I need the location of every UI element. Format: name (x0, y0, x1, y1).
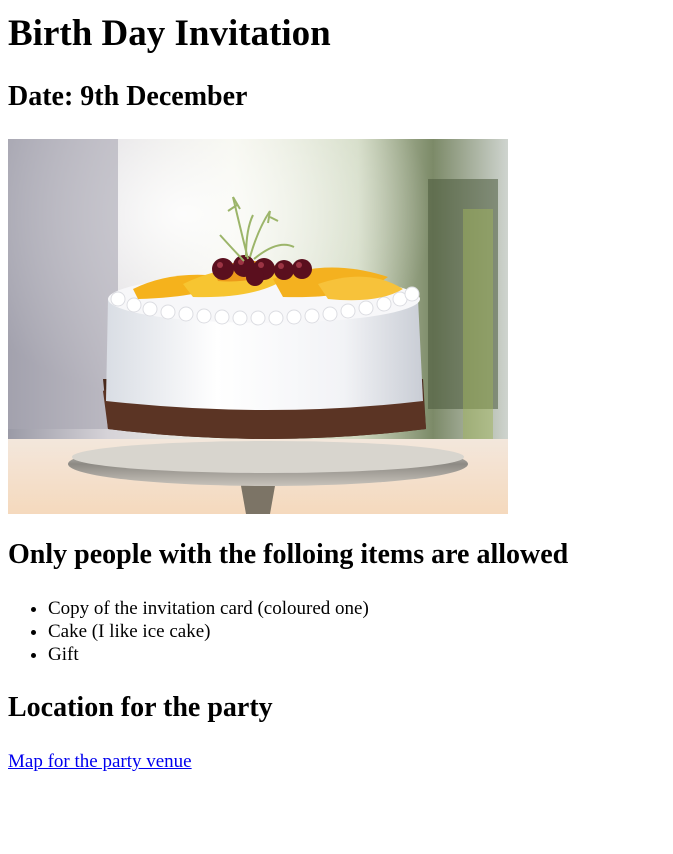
map-link[interactable]: Map for the party venue (8, 750, 192, 773)
cake-photo (8, 139, 508, 514)
page-title: Birth Day Invitation (8, 13, 331, 54)
party-date: Date: 9th December (8, 81, 248, 112)
location-heading: Location for the party (8, 692, 273, 723)
list-item: Copy of the invitation card (coloured on… (48, 597, 665, 620)
allowed-items-list: Copy of the invitation card (coloured on… (8, 597, 665, 666)
list-item: Gift (48, 643, 665, 666)
invitation-page: Birth Day Invitation Date: 9th December (0, 13, 673, 773)
list-item: Cake (I like ice cake) (48, 620, 665, 643)
allowed-items-heading: Only people with the folloing items are … (8, 539, 569, 570)
